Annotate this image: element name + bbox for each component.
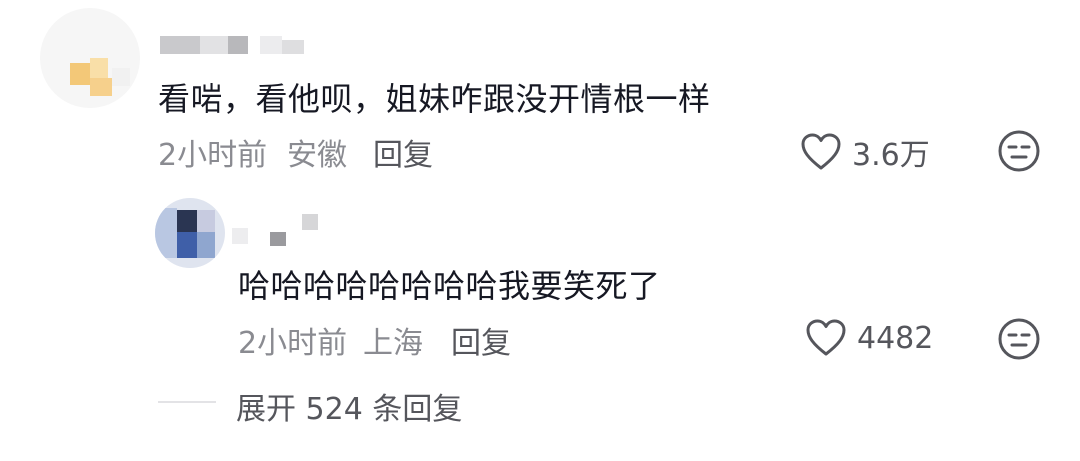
reply-text: 哈哈哈哈哈哈哈哈我要笑死了	[238, 267, 661, 305]
comment-text: 看啱，看他呗，姐妹咋跟没开情根一样	[158, 80, 711, 118]
avatar[interactable]	[40, 8, 140, 108]
expand-divider	[158, 401, 216, 403]
reply-like-button[interactable]: 4482	[805, 318, 933, 358]
reply-like-count: 4482	[857, 320, 934, 356]
reply-reply-button[interactable]: 回复	[451, 318, 511, 362]
reply-dislike-button[interactable]	[997, 317, 1041, 365]
comment-location: 安徽	[287, 138, 347, 173]
reply-button[interactable]: 回复	[373, 130, 433, 174]
dislike-button[interactable]	[997, 129, 1041, 177]
reply-avatar[interactable]	[155, 198, 225, 268]
like-button[interactable]: 3.6万	[800, 130, 930, 174]
neutral-face-icon	[997, 317, 1041, 365]
expand-replies-button[interactable]: 展开 524 条回复	[236, 384, 462, 428]
username[interactable]	[160, 36, 330, 56]
comment-time: 2小时前	[158, 138, 268, 173]
reply-location: 上海	[363, 326, 423, 361]
like-count: 3.6万	[852, 138, 930, 173]
reply-time: 2小时前	[238, 326, 348, 361]
heart-outline-icon	[805, 318, 847, 358]
neutral-face-icon	[997, 129, 1041, 177]
reply-username[interactable]	[232, 214, 332, 250]
heart-outline-icon	[800, 132, 842, 172]
